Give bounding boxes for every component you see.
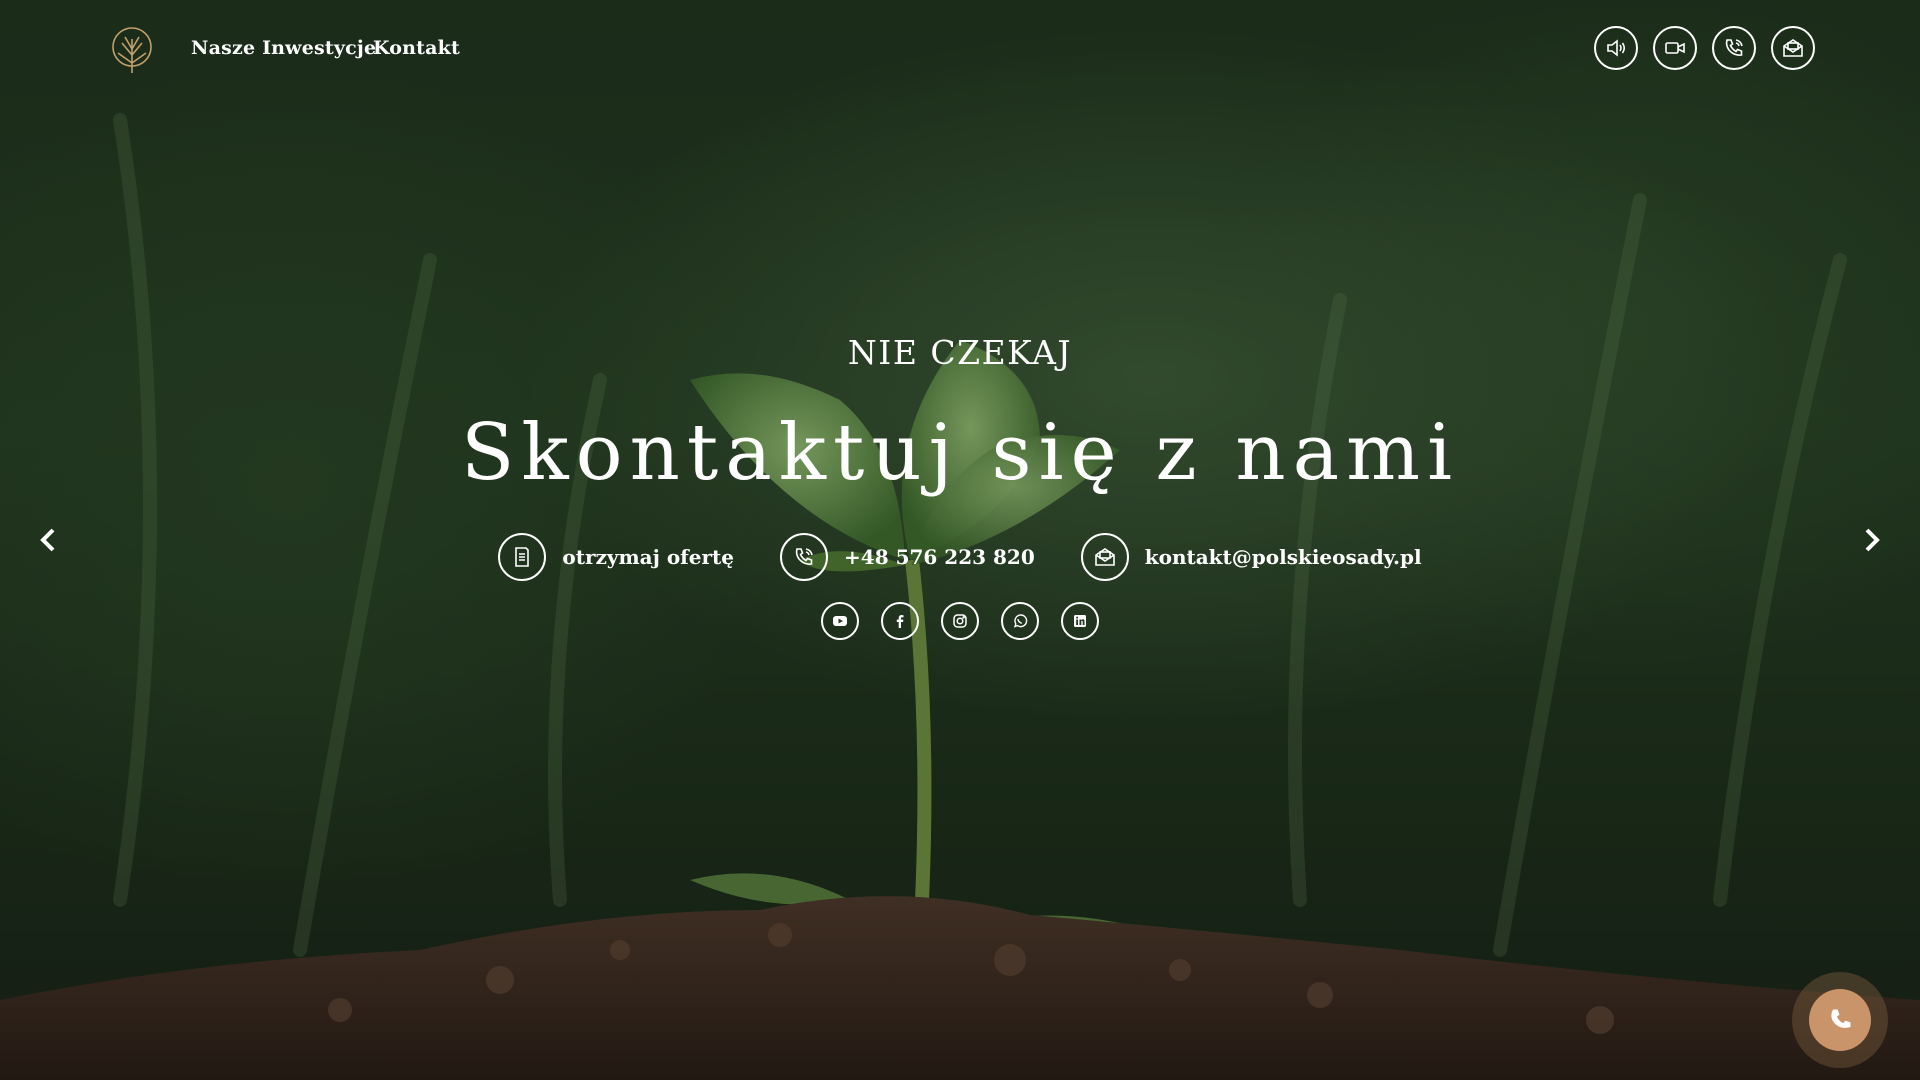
email-link[interactable]: kontakt@polskieosady.pl xyxy=(1145,545,1422,569)
top-navigation: Nasze Inwestycje Kontakt xyxy=(0,0,1920,100)
linkedin-link[interactable] xyxy=(1061,602,1099,640)
mail-button[interactable] xyxy=(1771,26,1815,70)
mail-icon xyxy=(1094,548,1115,566)
phone-button[interactable] xyxy=(1712,26,1756,70)
nav-link-investments[interactable]: Nasze Inwestycje xyxy=(191,37,376,59)
chevron-left-icon xyxy=(40,528,55,552)
offer-link[interactable]: otrzymaj ofertę xyxy=(562,545,734,569)
facebook-link[interactable] xyxy=(881,602,919,640)
social-links xyxy=(0,602,1920,640)
youtube-link[interactable] xyxy=(821,602,859,640)
document-icon xyxy=(515,547,530,567)
youtube-icon xyxy=(833,616,847,626)
phone-icon xyxy=(1725,39,1743,56)
hero-headline: Skontaktuj się z nami xyxy=(460,408,1460,498)
instagram-icon xyxy=(953,614,967,628)
phone-contact-button[interactable] xyxy=(780,533,829,581)
offer-contact-item[interactable]: otrzymaj ofertę xyxy=(498,533,734,581)
offer-button[interactable] xyxy=(498,533,547,581)
hero-kicker: NIE CZEKAJ xyxy=(847,333,1073,372)
video-icon xyxy=(1665,42,1685,54)
email-contact-item[interactable]: kontakt@polskieosady.pl xyxy=(1080,533,1422,581)
audio-button[interactable] xyxy=(1594,26,1638,70)
video-button[interactable] xyxy=(1653,26,1697,70)
previous-slide-button[interactable] xyxy=(32,523,66,557)
email-contact-button[interactable] xyxy=(1080,533,1129,581)
nav-link-contact[interactable]: Kontakt xyxy=(373,37,460,59)
audio-icon xyxy=(1607,39,1626,57)
mail-icon xyxy=(1783,39,1803,57)
facebook-icon xyxy=(896,615,904,628)
chevron-right-icon xyxy=(1865,528,1880,552)
whatsapp-icon xyxy=(1013,614,1028,628)
linkedin-icon xyxy=(1074,615,1086,627)
tree-logo-icon[interactable] xyxy=(110,25,154,75)
header-contact-icons xyxy=(1594,26,1815,70)
phone-icon xyxy=(795,548,813,565)
floating-call-button[interactable] xyxy=(1792,972,1888,1068)
phone-icon xyxy=(1831,1009,1851,1028)
contact-options: otrzymaj ofertę +48 576 223 820 kontakt@… xyxy=(0,533,1920,581)
next-slide-button[interactable] xyxy=(1854,523,1888,557)
phone-number-link[interactable]: +48 576 223 820 xyxy=(844,545,1035,569)
phone-contact-item[interactable]: +48 576 223 820 xyxy=(780,533,1035,581)
instagram-link[interactable] xyxy=(941,602,979,640)
whatsapp-link[interactable] xyxy=(1001,602,1039,640)
